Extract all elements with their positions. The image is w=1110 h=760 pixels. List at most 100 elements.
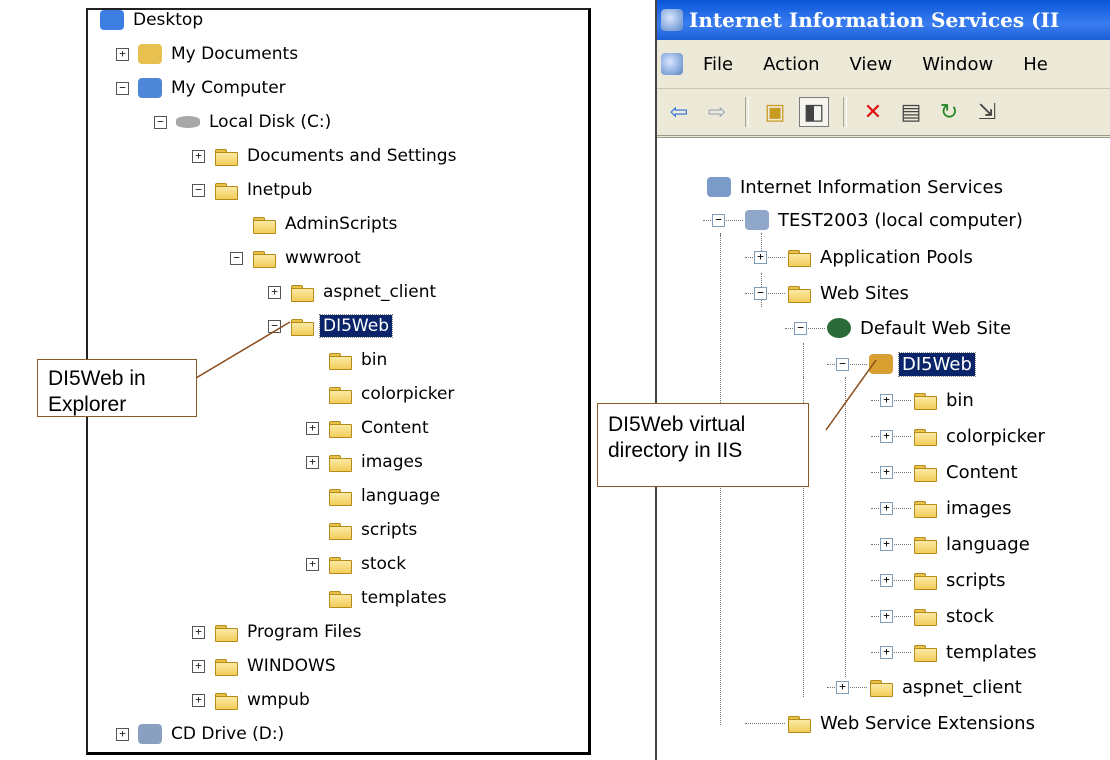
explorer-tree-item[interactable]: AdminScripts xyxy=(252,209,400,239)
iis-tree-item[interactable]: Web Sites xyxy=(787,278,912,308)
expand-toggle-icon[interactable]: + xyxy=(192,150,205,163)
expand-toggle-icon[interactable]: + xyxy=(880,502,893,515)
expand-toggle-icon[interactable]: + xyxy=(192,626,205,639)
export-list-icon[interactable]: ⇲ xyxy=(973,98,1001,126)
collapse-toggle-icon[interactable]: − xyxy=(794,322,807,335)
explorer-tree-item[interactable]: stock xyxy=(328,549,409,579)
disk-icon xyxy=(176,116,200,128)
iis-tree-item[interactable]: Application Pools xyxy=(787,242,976,272)
folder-icon xyxy=(328,350,352,370)
explorer-tree-label: scripts xyxy=(361,520,418,540)
explorer-tree-label: images xyxy=(361,452,423,472)
explorer-tree-item[interactable]: bin xyxy=(328,345,390,375)
iis-tree-item[interactable]: images xyxy=(913,493,1014,523)
explorer-tree-item[interactable]: aspnet_client xyxy=(290,277,439,307)
iis-tree-item[interactable]: templates xyxy=(913,637,1040,667)
explorer-tree-label: Program Files xyxy=(247,622,362,642)
explorer-tree-item[interactable]: CD Drive (D:) xyxy=(138,719,287,749)
expand-toggle-icon[interactable]: + xyxy=(306,422,319,435)
forward-arrow-icon[interactable]: ⇨ xyxy=(703,98,731,126)
explorer-tree-item[interactable]: My Computer xyxy=(138,73,289,103)
up-folder-icon[interactable]: ▣ xyxy=(761,98,789,126)
iis-tree-item[interactable]: Content xyxy=(913,457,1021,487)
collapse-toggle-icon[interactable]: − xyxy=(836,358,849,371)
iis-callout: DI5Web virtual directory in IIS xyxy=(597,403,809,487)
expand-toggle-icon[interactable]: + xyxy=(880,394,893,407)
iis-tree-item[interactable]: scripts xyxy=(913,565,1009,595)
expand-toggle-icon[interactable]: + xyxy=(192,660,205,673)
iis-tree-item[interactable]: Default Web Site xyxy=(827,313,1014,343)
tree-connector-vertical xyxy=(845,377,846,677)
explorer-tree-item[interactable]: templates xyxy=(328,583,450,613)
globe-icon xyxy=(827,318,851,338)
explorer-tree-item[interactable]: colorpicker xyxy=(328,379,457,409)
explorer-tree-item[interactable]: Content xyxy=(328,413,432,443)
collapse-toggle-icon[interactable]: − xyxy=(754,287,767,300)
back-arrow-icon[interactable]: ⇦ xyxy=(665,98,693,126)
properties-icon[interactable]: ▤ xyxy=(897,98,925,126)
iis-tree-item[interactable]: DI5Web xyxy=(869,349,976,379)
explorer-tree-item[interactable]: language xyxy=(328,481,443,511)
expand-toggle-icon[interactable]: + xyxy=(192,694,205,707)
explorer-tree-item[interactable]: WINDOWS xyxy=(214,651,339,681)
expand-toggle-icon[interactable]: + xyxy=(268,286,281,299)
menu-file[interactable]: File xyxy=(703,54,733,75)
iis-tree-item[interactable]: bin xyxy=(913,385,977,415)
folder-icon xyxy=(913,498,937,518)
collapse-toggle-icon[interactable]: − xyxy=(230,252,243,265)
expand-toggle-icon[interactable]: + xyxy=(880,646,893,659)
expand-toggle-icon[interactable]: + xyxy=(880,538,893,551)
expand-toggle-icon[interactable]: + xyxy=(116,728,129,741)
explorer-tree-label: aspnet_client xyxy=(323,282,437,302)
explorer-tree-item[interactable]: wwwroot xyxy=(252,243,364,273)
menu-window[interactable]: Window xyxy=(922,54,993,75)
collapse-toggle-icon[interactable]: − xyxy=(192,184,205,197)
explorer-tree-item[interactable]: Program Files xyxy=(214,617,364,647)
explorer-tree-label: Local Disk (C:) xyxy=(209,112,332,132)
menu-view[interactable]: View xyxy=(850,54,893,75)
iis-tree-label: DI5Web xyxy=(898,351,976,377)
show-hide-tree-icon[interactable]: ◧ xyxy=(799,97,829,127)
iis-tree-item[interactable]: aspnet_client xyxy=(869,672,1025,702)
explorer-tree-label: AdminScripts xyxy=(285,214,398,234)
explorer-tree-item[interactable]: scripts xyxy=(328,515,420,545)
expand-toggle-icon[interactable]: + xyxy=(754,251,767,264)
collapse-toggle-icon[interactable]: − xyxy=(154,116,167,129)
iis-tree-item[interactable]: Web Service Extensions xyxy=(787,708,1038,738)
iis-app-icon xyxy=(661,9,683,31)
refresh-icon[interactable]: ↻ xyxy=(935,98,963,126)
folder-icon xyxy=(328,554,352,574)
expand-toggle-icon[interactable]: + xyxy=(880,430,893,443)
iis-tree-item[interactable]: Internet Information Services xyxy=(707,172,1006,202)
expand-toggle-icon[interactable]: + xyxy=(880,574,893,587)
mmc-menu-icon[interactable] xyxy=(661,53,683,75)
iis-tree-item[interactable]: colorpicker xyxy=(913,421,1048,451)
folder-icon xyxy=(787,283,811,303)
menu-he[interactable]: He xyxy=(1023,54,1048,75)
collapse-toggle-icon[interactable]: − xyxy=(268,320,281,333)
explorer-tree-item[interactable]: Inetpub xyxy=(214,175,315,205)
expand-toggle-icon[interactable]: + xyxy=(116,48,129,61)
explorer-tree-label: language xyxy=(361,486,441,506)
expand-toggle-icon[interactable]: + xyxy=(880,466,893,479)
explorer-tree-item[interactable]: wmpub xyxy=(214,685,313,715)
explorer-tree-item[interactable]: Desktop xyxy=(100,5,206,35)
expand-toggle-icon[interactable]: + xyxy=(836,681,849,694)
collapse-toggle-icon[interactable]: − xyxy=(116,82,129,95)
delete-icon[interactable]: ✕ xyxy=(859,98,887,126)
iis-manager-window: Internet Information Services (II File Ac… xyxy=(655,0,1110,760)
explorer-tree-item[interactable]: Documents and Settings xyxy=(214,141,459,171)
expand-toggle-icon[interactable]: + xyxy=(306,456,319,469)
iis-tree-item[interactable]: stock xyxy=(913,601,997,631)
explorer-tree-item[interactable]: DI5Web xyxy=(290,311,393,341)
explorer-tree-item[interactable]: My Documents xyxy=(138,39,301,69)
explorer-tree-item[interactable]: Local Disk (C:) xyxy=(176,107,334,137)
folder-icon xyxy=(787,247,811,267)
expand-toggle-icon[interactable]: + xyxy=(880,610,893,623)
explorer-tree-item[interactable]: images xyxy=(328,447,426,477)
expand-toggle-icon[interactable]: + xyxy=(306,558,319,571)
collapse-toggle-icon[interactable]: − xyxy=(712,214,725,227)
iis-tree-item[interactable]: TEST2003 (local computer) xyxy=(745,205,1026,235)
menu-action[interactable]: Action xyxy=(763,54,819,75)
iis-tree-item[interactable]: language xyxy=(913,529,1033,559)
